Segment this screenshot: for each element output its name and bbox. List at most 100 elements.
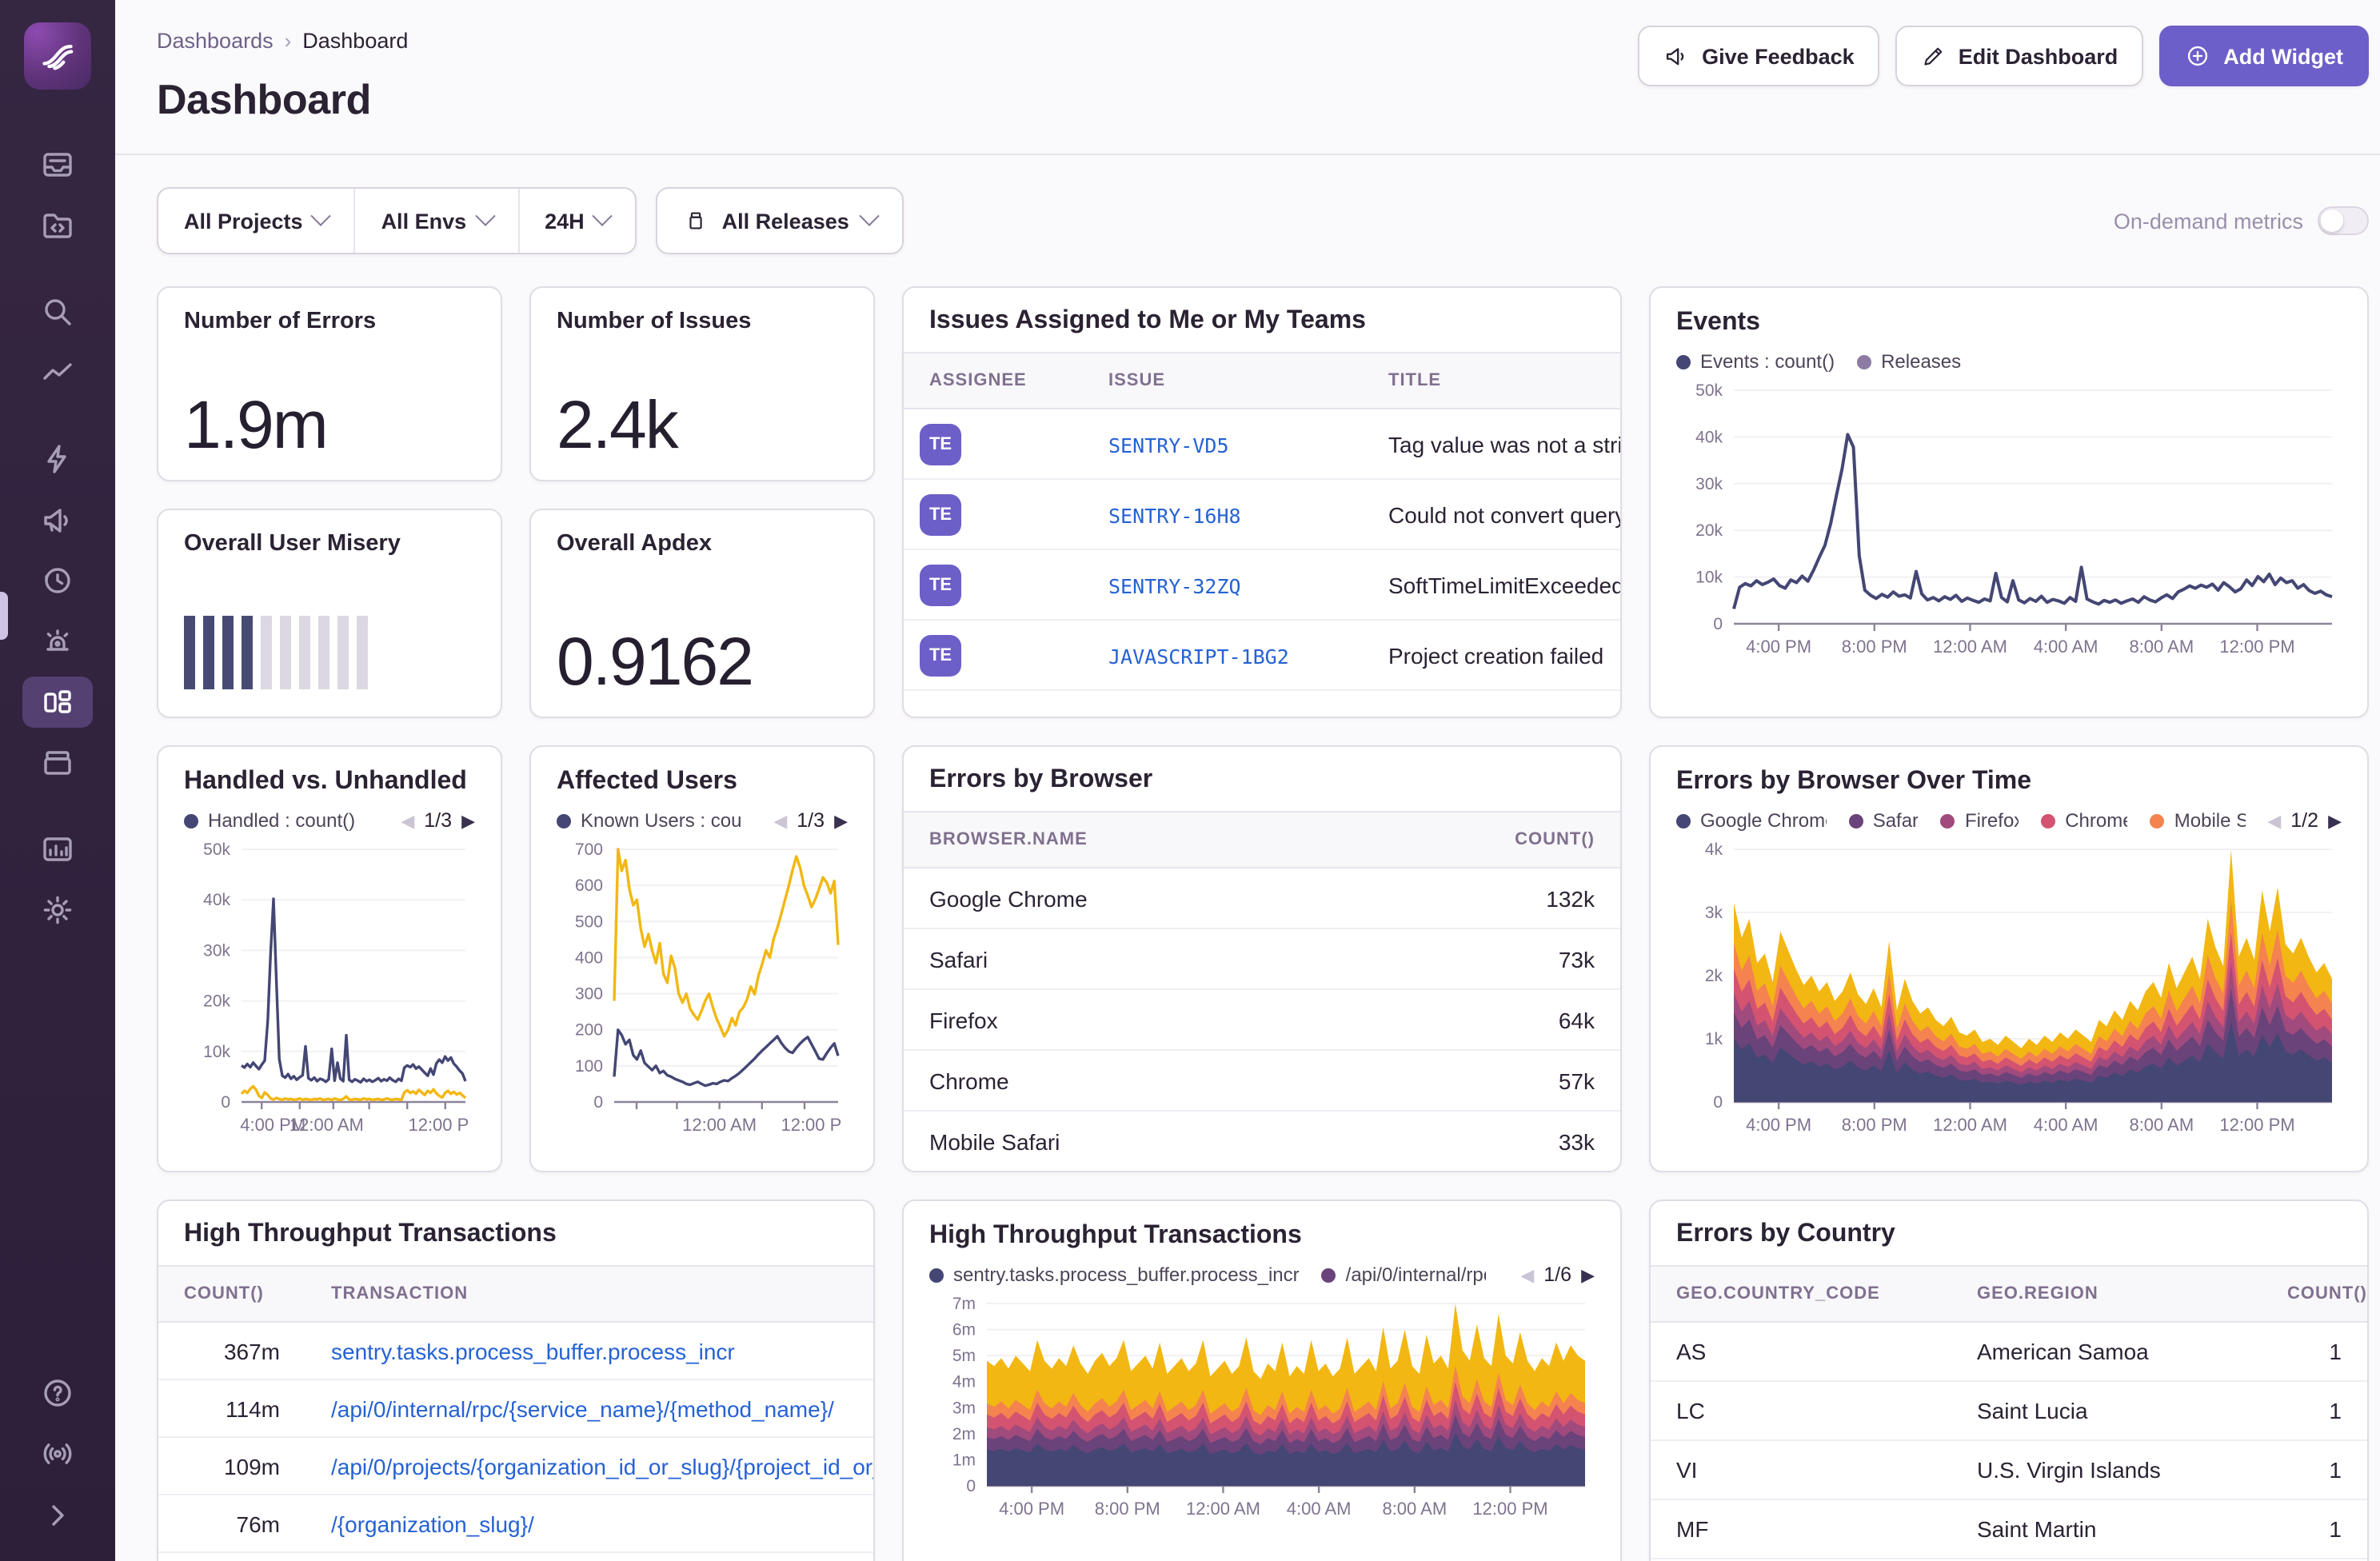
sidebar-item-projects[interactable] bbox=[22, 200, 93, 251]
table-cell: VI bbox=[1651, 1457, 1951, 1483]
legend-item[interactable]: Google Chrome bbox=[1676, 809, 1827, 832]
affected-users-line-chart[interactable]: 010020030040050060070012:00 AM12:00 P bbox=[557, 836, 848, 1150]
pager-next-button[interactable]: ▶ bbox=[834, 810, 848, 831]
sidebar-item-alerts[interactable] bbox=[22, 616, 93, 667]
column-header[interactable]: COUNT() bbox=[2262, 1284, 2367, 1303]
sidebar-item-performance[interactable] bbox=[22, 433, 93, 485]
breadcrumb-current: Dashboard bbox=[302, 29, 408, 53]
legend-item[interactable]: Chrome bbox=[2041, 809, 2128, 832]
edit-dashboard-label: Edit Dashboard bbox=[1959, 44, 2118, 68]
svg-text:300: 300 bbox=[575, 985, 603, 1004]
misery-bar bbox=[222, 616, 234, 689]
assignee-avatar[interactable]: TE bbox=[920, 423, 961, 465]
pager-next-button[interactable]: ▶ bbox=[461, 810, 475, 831]
svg-text:0: 0 bbox=[1713, 615, 1723, 633]
pager-next-button[interactable]: ▶ bbox=[2328, 810, 2342, 831]
assignee-avatar[interactable]: TE bbox=[920, 493, 961, 535]
table-cell: JAVASCRIPT-1BG2 bbox=[1083, 642, 1363, 668]
pager-next-button[interactable]: ▶ bbox=[1581, 1264, 1595, 1285]
legend-item[interactable]: Safari bbox=[1849, 809, 1919, 832]
column-header[interactable]: ASSIGNEE bbox=[904, 371, 1083, 390]
add-widget-label: Add Widget bbox=[2223, 44, 2343, 68]
sidebar-item-replays[interactable] bbox=[22, 555, 93, 606]
issue-link[interactable]: SENTRY-VD5 bbox=[1108, 433, 1229, 457]
zigzag-chart-icon bbox=[40, 355, 75, 390]
stat-value: 1.9m bbox=[184, 392, 475, 459]
sidebar-item-feedback[interactable] bbox=[22, 494, 93, 545]
transaction-link[interactable]: /api/0/internal/rpc/{service_name}/{meth… bbox=[331, 1395, 834, 1421]
sidebar-item-issues[interactable] bbox=[22, 139, 93, 190]
svg-text:12:00 AM: 12:00 AM bbox=[1933, 1115, 2007, 1135]
pager-prev-button[interactable]: ◀ bbox=[2267, 810, 2281, 831]
widget-number-of-issues: Number of Issues 2.4k bbox=[529, 286, 875, 481]
handled-line-chart[interactable]: 010k20k30k40k50k4:00 PM12:00 AM12:00 P bbox=[184, 836, 475, 1150]
svg-text:2m: 2m bbox=[952, 1425, 976, 1443]
sidebar-item-discover[interactable] bbox=[22, 347, 93, 398]
transaction-link[interactable]: sentry.tasks.process_buffer.process_incr bbox=[331, 1338, 735, 1363]
releases-filter[interactable]: All Releases bbox=[657, 187, 904, 254]
sidebar-item-stats[interactable] bbox=[22, 824, 93, 875]
assignee-avatar[interactable]: TE bbox=[920, 634, 961, 676]
pager-prev-button[interactable]: ◀ bbox=[773, 810, 787, 831]
legend-item[interactable]: Mobile Safari bbox=[2150, 809, 2246, 832]
table-cell: Chrome bbox=[904, 1068, 1476, 1093]
pencil-icon bbox=[1922, 44, 1946, 68]
issue-link[interactable]: SENTRY-32ZQ bbox=[1108, 573, 1241, 597]
table-cell: SENTRY-32ZQ bbox=[1083, 572, 1363, 597]
transaction-link[interactable]: /{organization_slug}/ bbox=[331, 1511, 534, 1536]
svg-text:4:00 PM: 4:00 PM bbox=[1746, 637, 1811, 657]
column-header[interactable]: ISSUE bbox=[1083, 371, 1363, 390]
svg-text:700: 700 bbox=[575, 840, 603, 859]
legend-dot bbox=[557, 813, 571, 828]
legend-dot bbox=[1676, 813, 1691, 828]
issue-link[interactable]: JAVASCRIPT-1BG2 bbox=[1108, 644, 1289, 668]
svg-text:2k: 2k bbox=[1705, 967, 1723, 985]
legend-item[interactable]: Firefox bbox=[1941, 809, 2019, 832]
column-header[interactable]: COUNT() bbox=[158, 1284, 305, 1303]
legend-label: Firefox bbox=[1965, 809, 2019, 832]
date-range-filter[interactable]: 24H bbox=[517, 189, 636, 253]
legend-item[interactable]: Handled : count() bbox=[184, 809, 355, 832]
widget-title: Errors by Browser Over Time bbox=[1676, 768, 2342, 796]
give-feedback-button[interactable]: Give Feedback bbox=[1638, 26, 1880, 86]
svg-text:40k: 40k bbox=[1695, 428, 1723, 446]
issue-link[interactable]: SENTRY-16H8 bbox=[1108, 503, 1241, 527]
chart-legend: Known Users : count_unique(user)◀1/3▶ bbox=[557, 804, 848, 836]
column-header[interactable]: GEO.REGION bbox=[1951, 1284, 2262, 1303]
sidebar-item-releases[interactable] bbox=[22, 737, 93, 788]
sidebar-item-help[interactable] bbox=[22, 1367, 93, 1419]
events-line-chart[interactable]: 010k20k30k40k50k4:00 PM8:00 PM12:00 AM4:… bbox=[1676, 377, 2342, 672]
table-row: VIU.S. Virgin Islands1 bbox=[1651, 1441, 2367, 1500]
column-header[interactable]: TRANSACTION bbox=[305, 1284, 873, 1303]
column-header[interactable]: GEO.COUNTRY_CODE bbox=[1651, 1284, 1951, 1303]
projects-filter[interactable]: All Projects bbox=[158, 189, 354, 253]
edit-dashboard-button[interactable]: Edit Dashboard bbox=[1896, 26, 2144, 86]
legend-item[interactable]: Releases bbox=[1857, 350, 1961, 373]
on-demand-metrics-toggle[interactable] bbox=[2318, 206, 2369, 235]
legend-item[interactable]: Known Users : count_unique(user) bbox=[557, 809, 741, 832]
breadcrumb-dashboards-link[interactable]: Dashboards bbox=[157, 29, 274, 53]
environments-filter[interactable]: All Envs bbox=[354, 189, 518, 253]
assignee-avatar[interactable]: TE bbox=[920, 564, 961, 605]
column-header[interactable]: BROWSER.NAME bbox=[904, 830, 1476, 849]
sidebar-item-dashboards[interactable] bbox=[22, 677, 93, 728]
legend-item[interactable]: Events : count() bbox=[1676, 350, 1835, 373]
sidebar-item-search[interactable] bbox=[22, 286, 93, 337]
legend-item[interactable]: /api/0/internal/rpc/{service_name}/{meth… bbox=[1322, 1264, 1487, 1286]
sidebar-item-settings[interactable] bbox=[22, 884, 93, 936]
pager-prev-button[interactable]: ◀ bbox=[1520, 1264, 1534, 1285]
throughput-stacked-chart[interactable]: 01m2m3m4m5m6m7m4:00 PM8:00 PM12:00 AM4:0… bbox=[929, 1291, 1595, 1534]
svg-text:8:00 AM: 8:00 AM bbox=[2129, 1115, 2194, 1135]
transaction-link[interactable]: /api/0/projects/{organization_id_or_slug… bbox=[331, 1453, 873, 1479]
plus-circle-icon bbox=[2185, 43, 2210, 69]
sentry-logo[interactable] bbox=[24, 22, 91, 90]
sidebar-item-broadcasts[interactable] bbox=[22, 1428, 93, 1479]
pager-prev-button[interactable]: ◀ bbox=[401, 810, 414, 831]
column-header[interactable]: COUNT() bbox=[1476, 830, 1620, 849]
column-header[interactable]: TITLE bbox=[1363, 371, 1620, 390]
browser-stacked-chart[interactable]: 01k2k3k4k4:00 PM8:00 PM12:00 AM4:00 AM8:… bbox=[1676, 836, 2342, 1150]
sidebar-collapse-toggle[interactable] bbox=[22, 1489, 93, 1540]
legend-item[interactable]: sentry.tasks.process_buffer.process_incr bbox=[929, 1264, 1300, 1286]
table-cell: /{organization_slug}/ bbox=[305, 1511, 873, 1536]
add-widget-button[interactable]: Add Widget bbox=[2159, 26, 2369, 86]
